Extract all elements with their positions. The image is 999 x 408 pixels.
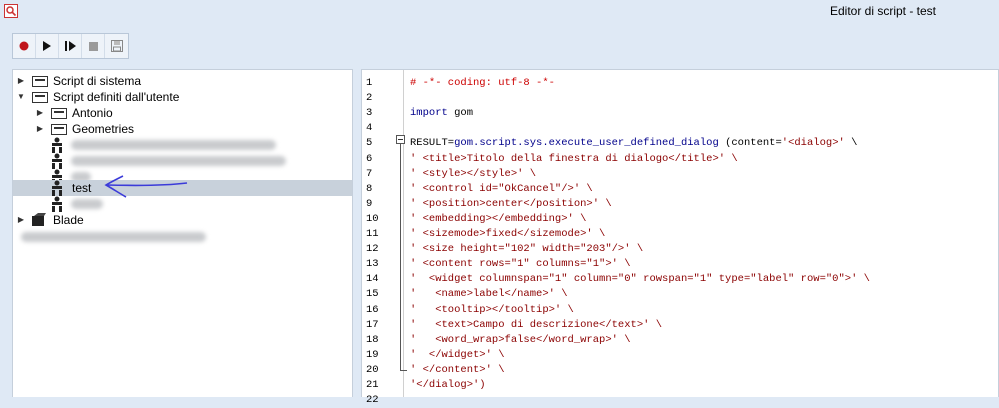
line-number: 14	[366, 273, 379, 286]
line-number: 3	[366, 107, 373, 120]
line-number: 1	[366, 77, 373, 89]
tree-item-geometries[interactable]: ▶ Geometries	[13, 121, 352, 137]
code-line: ' <name>label</name>' \	[410, 288, 568, 301]
code-line: ' <position>center</position>' \	[410, 197, 612, 210]
stop-button[interactable]	[82, 34, 105, 58]
script-tree: ▶ Script di sistema ▼ Script definiti da…	[12, 69, 353, 397]
line-number: 19	[366, 348, 379, 361]
line-number: 7	[366, 167, 373, 180]
code-line: ' <tooltip></tooltip>' \	[410, 303, 574, 316]
fold-guide	[400, 144, 401, 370]
expand-arrow-icon[interactable]: ▶	[35, 121, 45, 137]
code-line: ' <embedding></embedding>' \	[410, 212, 587, 225]
code-line: ' <content rows="1" columns="1">' \	[410, 258, 631, 271]
fold-guide-end	[400, 370, 407, 371]
code-line: ' <text>Campo di descrizione</text>' \	[410, 318, 663, 331]
tree-item-label: Script di sistema	[53, 74, 142, 88]
code-line: # -*- coding: utf-8 -*-	[410, 77, 555, 89]
tree-item-blade[interactable]: ▶ Blade	[13, 212, 352, 228]
line-number: 2	[366, 92, 373, 105]
line-number-gutter: 1 2 3 4 5 6 7 8 9 10 11 12 13 14 15 16 17 18 19 20 21 22	[362, 70, 404, 406]
code-line: ' <widget columnspan="1" column="0" rows…	[410, 273, 870, 286]
redacted-label	[71, 199, 103, 209]
save-button[interactable]	[105, 34, 128, 58]
line-number: 16	[366, 303, 379, 316]
tree-item-label: Blade	[53, 213, 84, 227]
tree-item-user-scripts[interactable]: ▼ Script definiti dall'utente	[13, 89, 352, 105]
tree-item-script[interactable]	[13, 137, 352, 153]
tree-item-label: test	[72, 181, 92, 195]
line-number: 20	[366, 363, 379, 376]
code-line: ' <sizemode>fixed</sizemode>' \	[410, 228, 606, 240]
window-title: Editor di script - test	[829, 4, 936, 18]
expand-arrow-icon[interactable]: ▶	[35, 105, 45, 121]
redacted-label	[21, 232, 206, 242]
code-line: RESULT=gom.script.sys.execute_user_defin…	[410, 137, 858, 150]
line-number: 13	[366, 258, 379, 271]
tree-item-script[interactable]	[13, 153, 352, 169]
code-line: '</dialog>')	[410, 379, 486, 391]
code-line: import gom	[410, 107, 474, 120]
record-button[interactable]	[13, 34, 36, 58]
line-number: 12	[366, 243, 379, 256]
code-line: ' </widget>' \	[410, 348, 505, 361]
line-number: 11	[366, 228, 379, 240]
step-button[interactable]	[59, 34, 82, 58]
code-editor[interactable]: 1 2 3 4 5 6 7 8 9 10 11 12 13 14 15 16 17 18 19 20 21 22 # -*…	[361, 69, 999, 406]
tree-item-antonio[interactable]: ▶ Antonio	[13, 105, 352, 121]
tree-item-redacted[interactable]	[13, 228, 352, 244]
line-number: 4	[366, 122, 373, 135]
run-button[interactable]	[36, 34, 59, 58]
save-icon	[110, 40, 123, 52]
line-number: 21	[366, 379, 379, 391]
redacted-label	[71, 140, 276, 150]
record-icon	[19, 41, 29, 51]
line-number: 17	[366, 318, 379, 331]
stop-icon	[88, 41, 98, 51]
redacted-label	[71, 156, 286, 166]
code-line: ' <title>Titolo della finestra di dialog…	[410, 152, 738, 165]
line-number: 8	[366, 182, 373, 195]
code-line: ' </content>' \	[410, 363, 505, 376]
line-number: 18	[366, 333, 379, 346]
tree-item-label: Geometries	[72, 122, 135, 136]
title-bar: Editor di script - test	[0, 0, 999, 22]
step-icon	[64, 41, 76, 51]
code-line: ' <style></style>' \	[410, 167, 537, 180]
fold-toggle-icon[interactable]	[396, 135, 405, 144]
collapse-arrow-icon[interactable]: ▼	[16, 89, 26, 105]
code-line: ' <size height="102" width="203"/>' \	[410, 243, 644, 256]
line-number: 5	[366, 137, 373, 150]
annotation-arrow-icon	[104, 175, 188, 198]
line-number: 9	[366, 197, 373, 210]
code-line: ' <word_wrap>false</word_wrap>' \	[410, 333, 631, 346]
toolbar	[12, 33, 129, 59]
tree-item-label: Antonio	[72, 106, 113, 120]
play-icon	[43, 41, 51, 51]
code-line: ' <control id="OkCancel"/>' \	[410, 182, 593, 195]
line-number: 22	[366, 394, 379, 407]
tree-item-system-scripts[interactable]: ▶ Script di sistema	[13, 73, 352, 89]
tree-item-label: Script definiti dall'utente	[53, 90, 180, 104]
line-number: 6	[366, 152, 373, 165]
expand-arrow-icon[interactable]: ▶	[16, 212, 26, 228]
expand-arrow-icon[interactable]: ▶	[16, 73, 26, 89]
line-number: 15	[366, 288, 379, 301]
line-number: 10	[366, 212, 379, 225]
